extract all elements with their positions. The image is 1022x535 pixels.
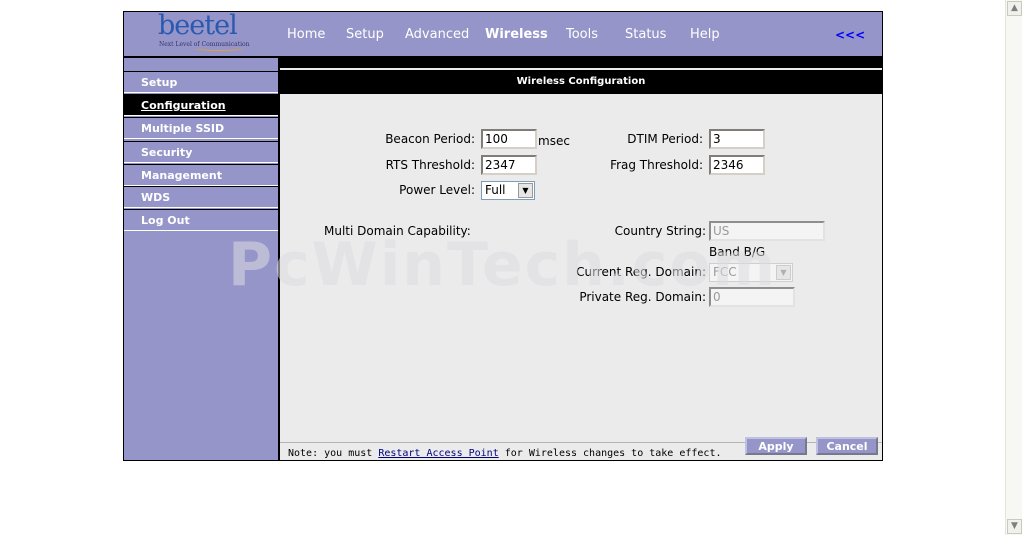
watermark: PcWinTech.com: [228, 230, 778, 300]
note-prefix: Note: you must: [288, 448, 379, 459]
beacon-period-input[interactable]: 100: [481, 129, 537, 149]
scroll-down-arrow-icon[interactable]: ▼: [1007, 519, 1022, 534]
sidebar-item-management[interactable]: Management: [124, 164, 278, 186]
nav-advanced[interactable]: Advanced: [405, 27, 469, 42]
sidebar-item-security[interactable]: Security: [124, 141, 278, 163]
title-strip: [280, 58, 882, 68]
chevron-down-icon: ▼: [776, 265, 791, 280]
frag-threshold-input[interactable]: 2346: [709, 155, 765, 175]
restart-note: Note: you must Restart Access Point for …: [288, 448, 722, 459]
nav-home[interactable]: Home: [287, 27, 325, 42]
nav-help[interactable]: Help: [690, 27, 720, 42]
sidebar-item-setup[interactable]: Setup: [124, 71, 278, 93]
note-suffix: for Wireless changes to take effect.: [498, 448, 722, 459]
sidebar-item-configuration[interactable]: Configuration: [124, 94, 278, 116]
page-title: Wireless Configuration: [280, 70, 882, 94]
nav-setup[interactable]: Setup: [346, 27, 384, 42]
rts-threshold-label: RTS Threshold:: [385, 158, 475, 172]
sidebar-item-wds[interactable]: WDS: [124, 186, 278, 208]
header-bar: beetel Next Level of Communication Home …: [124, 12, 882, 58]
chevron-down-icon: ▼: [518, 183, 533, 198]
power-level-label: Power Level:: [399, 183, 475, 197]
dtim-period-input[interactable]: 3: [709, 129, 765, 149]
brand-logo: beetel: [158, 11, 238, 41]
power-level-select[interactable]: Full ▼: [481, 181, 535, 200]
power-level-value: Full: [485, 183, 506, 197]
nav-wireless[interactable]: Wireless: [485, 27, 548, 42]
scroll-up-arrow-icon[interactable]: ▲: [1007, 1, 1022, 16]
collapse-link[interactable]: <<<: [835, 28, 865, 42]
nav-status[interactable]: Status: [625, 27, 666, 42]
beacon-period-label: Beacon Period:: [385, 132, 475, 146]
sidebar-item-log-out[interactable]: Log Out: [124, 209, 278, 231]
restart-access-point-link[interactable]: Restart Access Point: [378, 448, 498, 459]
cancel-button[interactable]: Cancel: [816, 437, 878, 455]
sidebar-item-multiple-ssid[interactable]: Multiple SSID: [124, 117, 278, 139]
apply-button[interactable]: Apply: [745, 437, 807, 455]
frag-threshold-label: Frag Threshold:: [610, 158, 703, 172]
vertical-scrollbar[interactable]: ▲ ▼: [1005, 0, 1022, 535]
dtim-period-label: DTIM Period:: [627, 132, 703, 146]
nav-tools[interactable]: Tools: [566, 27, 598, 42]
logo-swoosh-icon: [194, 46, 244, 51]
rts-threshold-input[interactable]: 2347: [481, 155, 537, 175]
